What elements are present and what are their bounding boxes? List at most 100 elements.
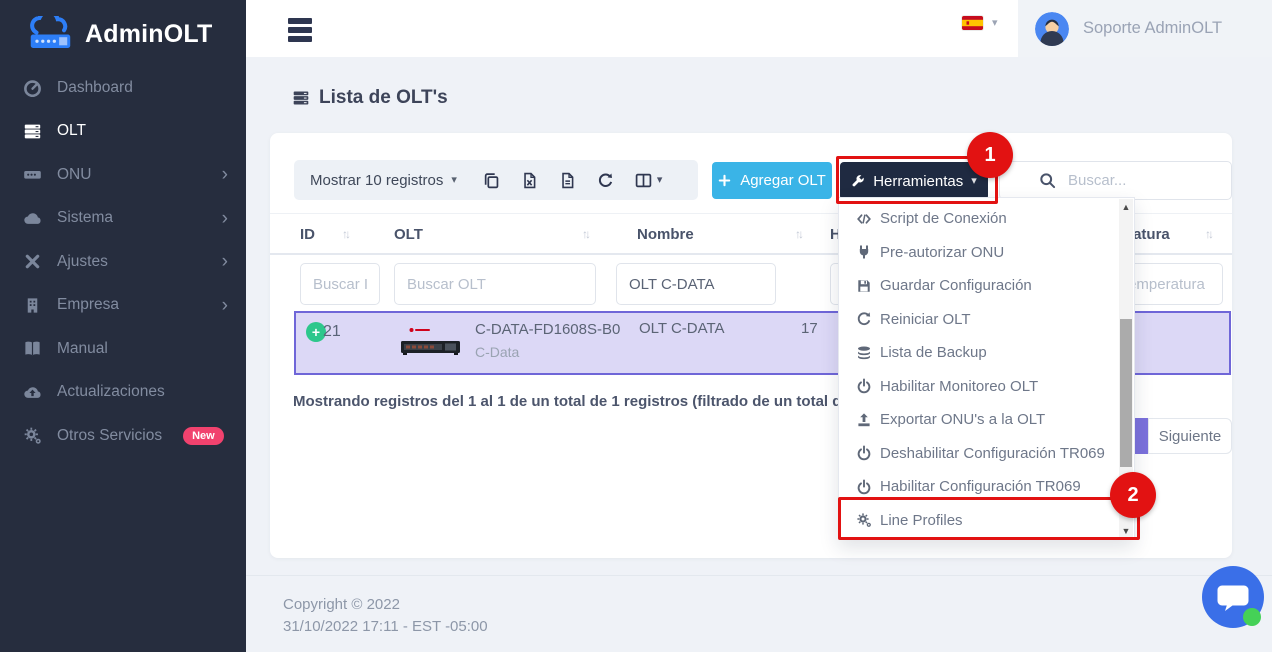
sidebar-item-manual[interactable]: Manual	[0, 327, 246, 371]
menu-item-reiniciar-olt[interactable]: Reiniciar OLT	[839, 303, 1134, 337]
sidebar-item-empresa[interactable]: Empresa›	[0, 284, 246, 328]
search-icon	[1039, 172, 1056, 189]
tools-icon	[23, 252, 42, 271]
search-input[interactable]	[999, 161, 1232, 200]
sidebar-item-label: Dashboard	[57, 79, 133, 97]
sidebar-item-ajustes[interactable]: Ajustes›	[0, 240, 246, 284]
column-header-nombre[interactable]: Nombre↑↓	[637, 214, 694, 254]
refresh-icon	[856, 311, 872, 327]
cell-nombre: OLT C-DATA	[639, 320, 725, 337]
cell-host: 17	[801, 320, 818, 337]
power-icon	[856, 378, 872, 394]
tools-menu: Script de Conexión Pre-autorizar ONUGuard…	[839, 202, 1134, 537]
chevron-right-icon: ›	[222, 252, 228, 271]
tools-dropdown-menu: Script de Conexión Pre-autorizar ONUGuard…	[838, 197, 1135, 540]
hamburger-menu-icon[interactable]	[288, 18, 312, 43]
upload-icon	[856, 412, 872, 428]
menu-item-line-profiles[interactable]: Line Profiles	[839, 504, 1134, 538]
filter-nombre-input[interactable]	[616, 263, 776, 305]
cell-id: 21	[323, 323, 341, 341]
sidebar: AdminOLT DashboardOLTONU›Sistema›Ajustes…	[0, 0, 246, 652]
copy-icon	[483, 172, 500, 189]
export-buttons: ▾	[483, 172, 663, 189]
server-icon	[23, 122, 42, 141]
menu-item-guardar-configuraci-n[interactable]: Guardar Configuración	[839, 269, 1134, 303]
add-olt-button[interactable]: Agregar OLT	[712, 162, 832, 199]
spain-flag-icon	[962, 16, 983, 30]
new-badge: New	[183, 427, 224, 445]
menu-item-habilitar-monitoreo-olt[interactable]: Habilitar Monitoreo OLT	[839, 370, 1134, 404]
table-toolbar: Mostrar 10 registros ▾ ▾	[294, 160, 698, 200]
app-window: AdminOLT DashboardOLTONU›Sistema›Ajustes…	[0, 0, 1272, 652]
brand[interactable]: AdminOLT	[0, 0, 246, 58]
tools-label: Herramientas	[873, 173, 963, 190]
sidebar-item-label: Manual	[57, 340, 108, 358]
menu-item-label: Habilitar Configuración TR069	[880, 478, 1081, 495]
column-header-olt[interactable]: OLT↑↓	[394, 214, 423, 254]
menu-item-pre-autorizar-onu[interactable]: Pre-autorizar ONU	[839, 236, 1134, 270]
caret-down-icon: ▾	[992, 18, 998, 29]
columns-icon	[635, 172, 652, 189]
menu-item-script-de-conexi-n[interactable]: Script de Conexión	[839, 202, 1134, 236]
language-selector[interactable]: ▾	[962, 16, 998, 30]
code-icon	[856, 211, 872, 227]
column-label: Nombre	[637, 226, 694, 243]
user-menu[interactable]: Soporte AdminOLT	[1018, 0, 1272, 57]
menu-item-deshabilitar-configuraci-n-tr069[interactable]: Deshabilitar Configuración TR069	[839, 437, 1134, 471]
sidebar-item-sistema[interactable]: Sistema›	[0, 197, 246, 241]
show-records-select[interactable]: Mostrar 10 registros ▾	[310, 172, 457, 189]
plus-icon	[718, 174, 731, 187]
sidebar-item-label: Sistema	[57, 209, 113, 227]
power-icon	[856, 479, 872, 495]
sidebar-item-actualizaciones[interactable]: Actualizaciones	[0, 371, 246, 415]
next-page-button[interactable]: Siguiente	[1148, 418, 1232, 454]
scroll-down-icon[interactable]: ▼	[1119, 523, 1133, 538]
sort-icon: ↑↓	[342, 227, 348, 241]
sidebar-item-otros-servicios[interactable]: Otros ServiciosNew	[0, 414, 246, 458]
columns-button[interactable]: ▾	[635, 172, 663, 189]
wrench-icon	[851, 174, 865, 188]
refresh-button[interactable]	[597, 172, 614, 189]
refresh-icon	[597, 172, 614, 189]
copy-button[interactable]	[483, 172, 500, 189]
tools-button[interactable]: Herramientas ▾	[840, 162, 988, 200]
gears-icon	[856, 512, 872, 528]
sidebar-item-label: Empresa	[57, 296, 119, 314]
topbar: ▾ Soporte AdminOLT	[246, 0, 1272, 57]
file-text-icon	[559, 172, 576, 189]
sidebar-item-onu[interactable]: ONU›	[0, 153, 246, 197]
menu-item-label: Script de Conexión	[880, 210, 1007, 227]
sidebar-item-dashboard[interactable]: Dashboard	[0, 66, 246, 110]
menu-item-habilitar-configuraci-n-tr069[interactable]: Habilitar Configuración TR069	[839, 470, 1134, 504]
column-header-id[interactable]: ID↑↓	[300, 214, 315, 254]
scroll-up-icon[interactable]: ▲	[1119, 199, 1133, 214]
scrollbar-thumb[interactable]	[1120, 319, 1132, 467]
cell-olt-model: C-DATA-FD1608S-B0	[475, 321, 620, 338]
file-text-button[interactable]	[559, 172, 576, 189]
filter-id-input[interactable]	[300, 263, 380, 305]
sidebar-menu: DashboardOLTONU›Sistema›Ajustes›Empresa›…	[0, 66, 246, 458]
menu-item-label: Reiniciar OLT	[880, 311, 971, 328]
sort-icon: ↑↓	[795, 227, 801, 241]
dropdown-scrollbar[interactable]: ▲ ▼	[1119, 199, 1133, 538]
sidebar-item-olt[interactable]: OLT	[0, 110, 246, 154]
cloud-icon	[23, 209, 42, 228]
add-olt-label: Agregar OLT	[740, 172, 826, 189]
save-icon	[856, 278, 872, 294]
menu-item-lista-de-backup[interactable]: Lista de Backup	[839, 336, 1134, 370]
cell-olt-vendor: C-Data	[475, 344, 519, 360]
sidebar-item-label: Actualizaciones	[57, 383, 165, 401]
caret-down-icon: ▾	[971, 176, 977, 187]
filter-olt-input[interactable]	[394, 263, 596, 305]
avatar	[1035, 12, 1069, 46]
power-icon	[856, 445, 872, 461]
menu-item-exportar-onu-s-a-la-olt[interactable]: Exportar ONU's a la OLT	[839, 403, 1134, 437]
building-icon	[23, 296, 42, 315]
excel-icon	[521, 172, 538, 189]
menu-item-label: Line Profiles	[880, 512, 963, 529]
onu-icon	[23, 165, 42, 184]
menu-item-label: Deshabilitar Configuración TR069	[880, 445, 1105, 462]
chevron-right-icon: ›	[222, 165, 228, 184]
table-search	[999, 161, 1232, 200]
excel-button[interactable]	[521, 172, 538, 189]
